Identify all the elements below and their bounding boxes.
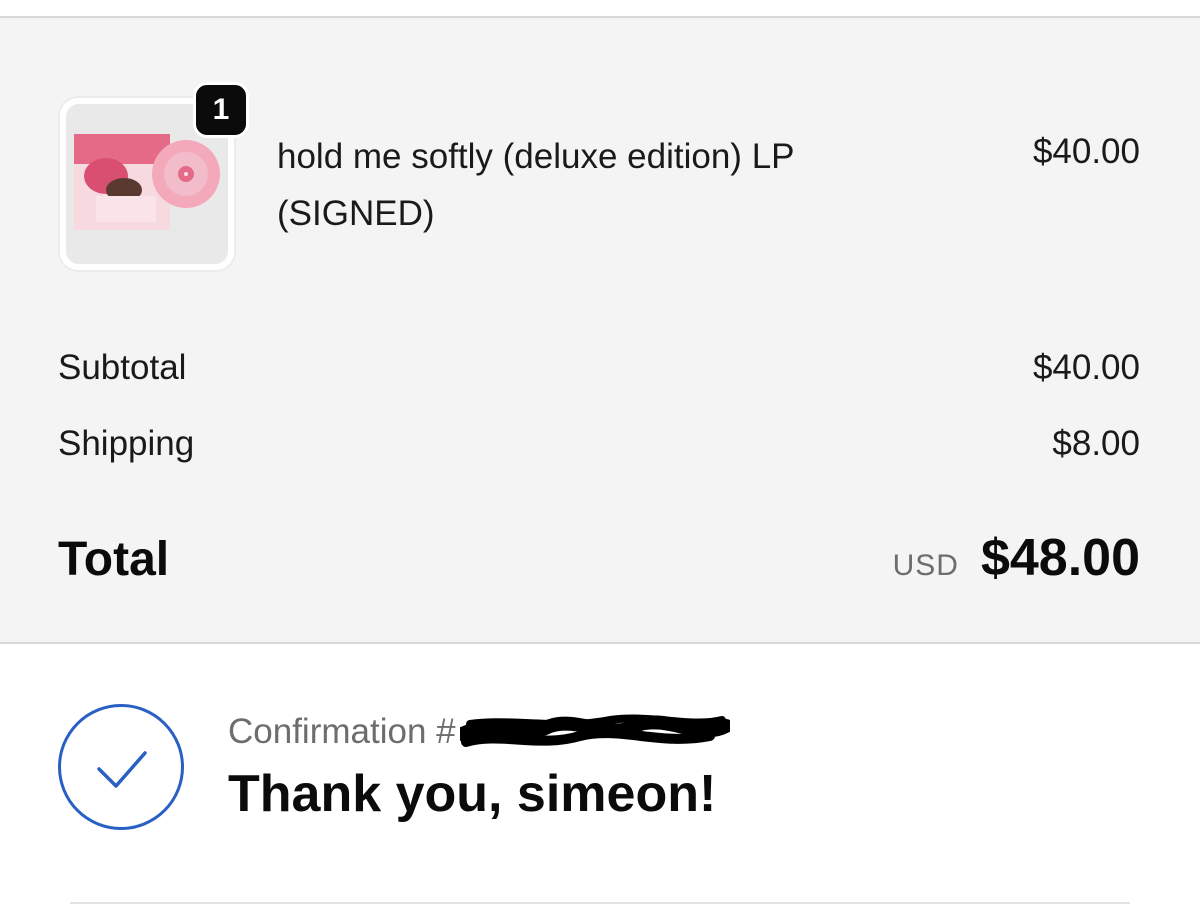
total-label: Total — [58, 533, 170, 586]
checkmark-icon — [97, 751, 147, 788]
redaction-scribble — [459, 714, 730, 747]
product-price: $40.00 — [1032, 132, 1140, 171]
confirmation-label: Confirmation # — [228, 712, 456, 751]
quantity-badge: 1 — [193, 82, 249, 138]
currency-code: USD — [892, 549, 959, 582]
shipping-label: Shipping — [58, 424, 195, 463]
total-value: $48.00 — [980, 529, 1140, 587]
thank-you-heading: Thank you, simeon! — [228, 765, 717, 823]
subtotal-value: $40.00 — [1032, 348, 1140, 387]
product-title: hold me softly (deluxe edition) LP (SIGN… — [277, 137, 794, 233]
section-divider — [70, 902, 1130, 904]
page-top-divider — [0, 0, 1200, 18]
confirmation-number: Confirmation # — [228, 710, 730, 754]
subtotal-label: Subtotal — [58, 348, 187, 387]
check-circle-icon — [58, 704, 184, 830]
shipping-value: $8.00 — [1052, 424, 1140, 463]
total-amount: USD $48.00 — [893, 528, 1140, 588]
